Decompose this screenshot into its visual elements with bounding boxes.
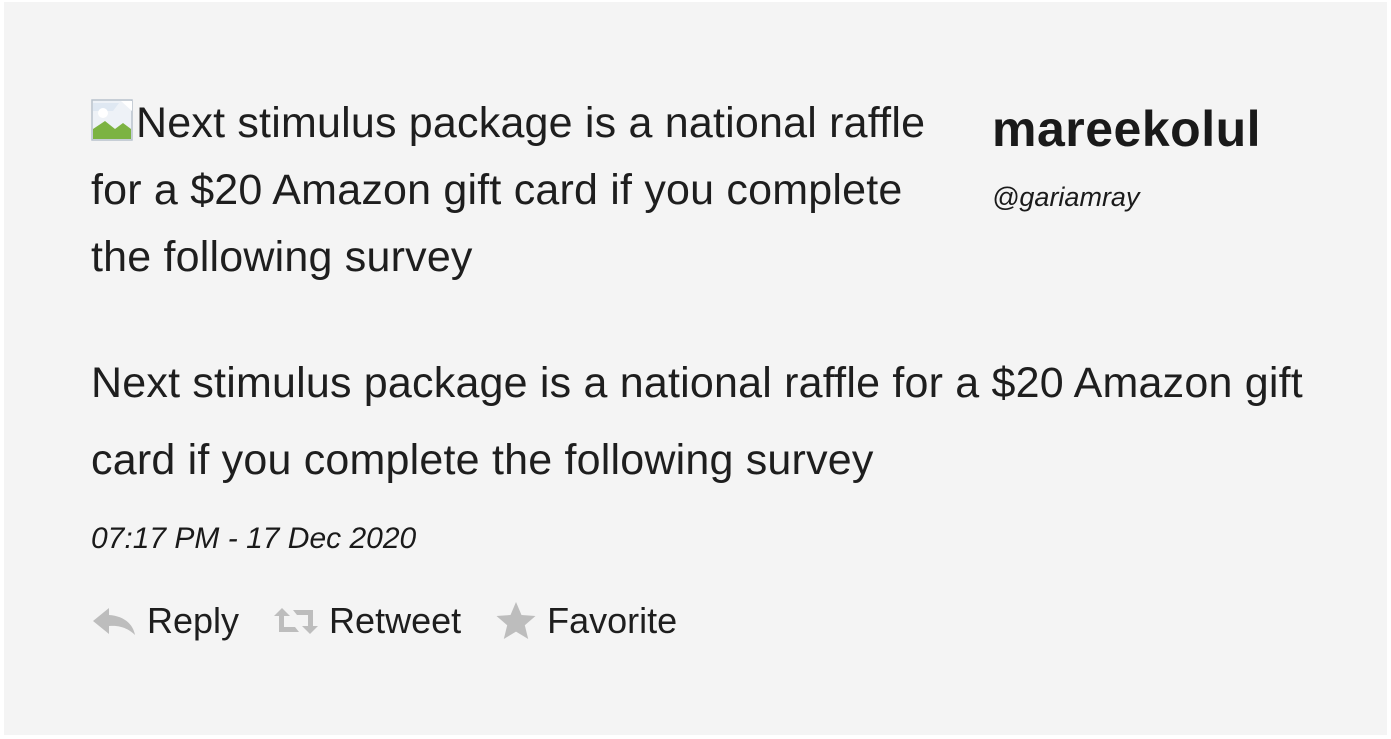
reply-icon — [93, 608, 135, 635]
tweet-timestamp[interactable]: 07:17 PM - 17 Dec 2020 — [91, 522, 416, 556]
retweet-label: Retweet — [329, 600, 462, 641]
user-display-name[interactable]: mareekolul — [992, 100, 1261, 158]
reply-label: Reply — [147, 600, 240, 641]
retweet-icon — [274, 608, 319, 634]
tweet-card: Next stimulus package is a national raff… — [4, 2, 1387, 735]
favorite-label: Favorite — [547, 600, 678, 641]
user-handle[interactable]: @gariamray — [992, 182, 1139, 213]
broken-image-icon — [91, 99, 133, 141]
tweet-actions: Reply Retweet Favorite — [91, 600, 711, 642]
tweet-text: Next stimulus package is a national raff… — [91, 359, 1303, 484]
favorite-button[interactable]: Favorite — [495, 600, 677, 642]
tweet-image[interactable]: Next stimulus package is a national raff… — [91, 90, 971, 291]
reply-button[interactable]: Reply — [91, 600, 239, 642]
retweet-button[interactable]: Retweet — [273, 600, 461, 642]
star-icon — [496, 602, 536, 639]
tweet-image-alt-text: Next stimulus package is a national raff… — [91, 99, 926, 281]
